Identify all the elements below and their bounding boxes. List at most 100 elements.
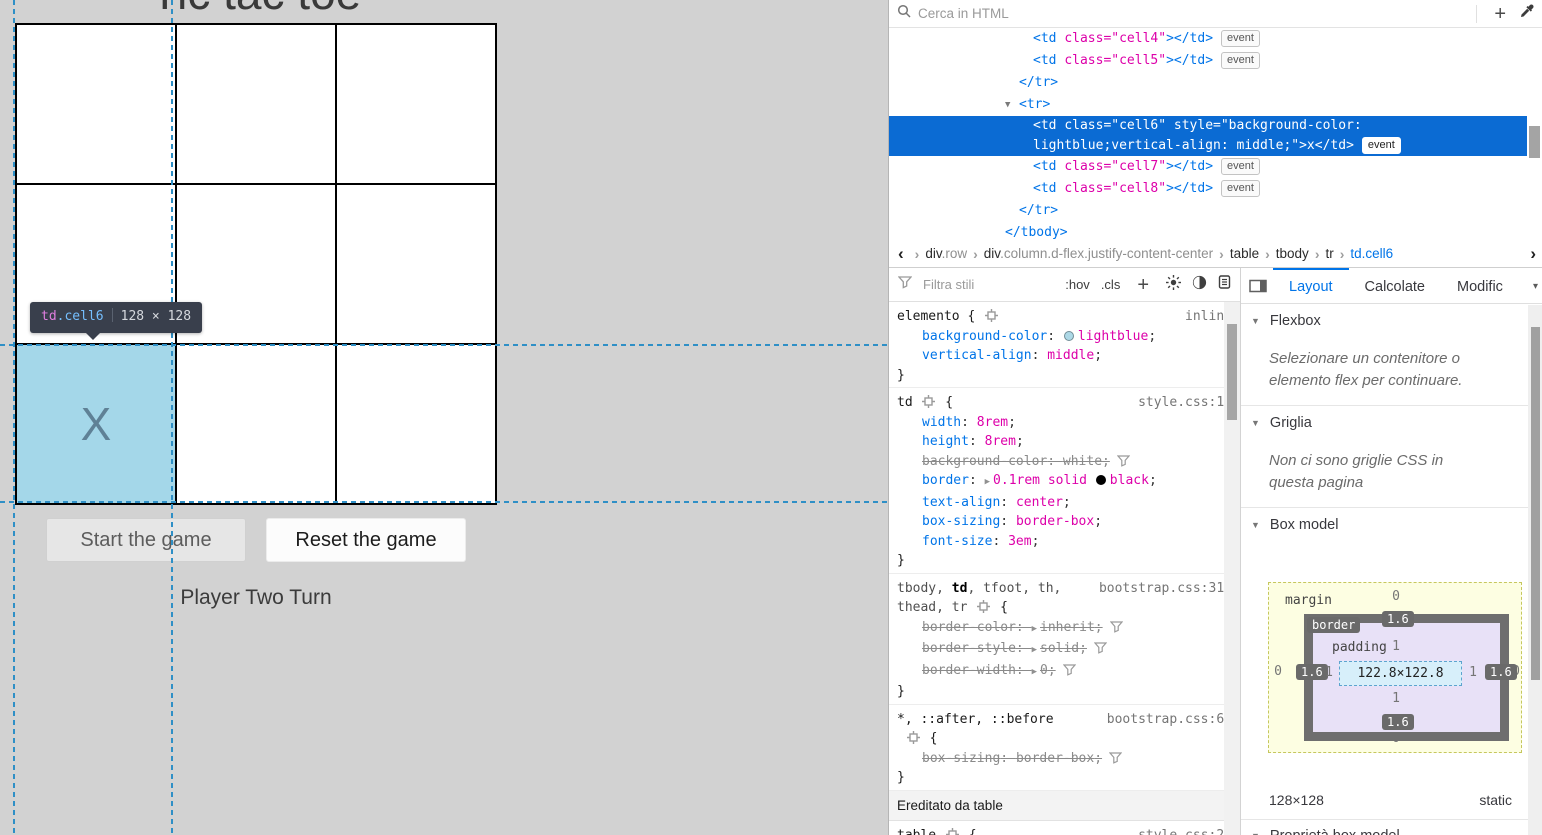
margin-top-value[interactable]: 0 [1381,589,1411,604]
rules-filter-bar: Filtra stili :hov .cls + [889,268,1240,302]
grid-section-header[interactable]: ▼ Griglia [1241,406,1542,439]
breadcrumb-separator-icon: › [973,246,978,262]
board-cell[interactable] [177,25,335,183]
content-size-value[interactable]: 122.8×122.8 [1339,661,1462,686]
rules-scrollbar-thumb[interactable] [1227,324,1237,420]
board-cell[interactable] [177,345,335,503]
tab-changes[interactable]: Modifiche [1441,268,1503,303]
class-toggle[interactable]: .cls [1101,277,1121,292]
sidebar-toggle-icon[interactable] [1249,279,1267,293]
start-game-button[interactable]: Start the game [46,518,246,562]
css-property[interactable]: width: 8rem; [897,413,1232,433]
print-simulation-icon[interactable] [1218,275,1231,294]
markup-line[interactable]: <td class="cell5"></td>event [889,50,1542,72]
inspector-search-bar: Cerca in HTML + [889,0,1542,28]
breadcrumb-scroll-right-icon[interactable]: › [1525,240,1541,267]
css-property[interactable]: box-sizing: border-box; [897,512,1232,532]
page-title: Tic tac toe [0,0,512,20]
border-right-value[interactable]: 1.6 [1485,664,1517,680]
event-badge[interactable]: event [1221,52,1260,69]
border-top-value[interactable]: 1.6 [1382,611,1414,627]
sidebar-scrollbar-thumb[interactable] [1531,327,1540,680]
board-cell[interactable]: X [17,345,175,503]
filter-styles-input[interactable]: Filtra stili [923,277,1054,292]
boxmodel-section-header[interactable]: ▼ Box model [1241,508,1542,541]
color-swatch[interactable] [1096,475,1106,485]
markup-line[interactable]: <td class="cell6" style="background-colo… [889,116,1527,136]
rule-source-link[interactable]: bootstrap.css:317 [1099,579,1232,599]
breadcrumb-scroll-left-icon[interactable]: ‹ [893,244,909,264]
tab-computed[interactable]: Calcolate [1349,268,1441,303]
breadcrumb-item[interactable]: div.column.d-flex.justify-content-center [984,246,1213,261]
padding-top-value[interactable]: 1 [1381,639,1411,654]
light-mode-icon[interactable] [1166,275,1181,295]
markup-line[interactable]: lightblue;vertical-align: middle;">x</td… [889,136,1527,156]
event-badge[interactable]: event [1221,158,1260,175]
breadcrumb-item[interactable]: tr [1325,246,1333,261]
chevron-down-icon: ▼ [1251,316,1260,326]
css-property[interactable]: border-color: ▶inherit; [897,618,1232,640]
event-badge[interactable]: event [1221,180,1260,197]
flexbox-section-header[interactable]: ▼ Flexbox [1241,304,1542,337]
rule-source-link[interactable]: style.css:20 [1138,826,1232,835]
css-property[interactable]: font-size: 3em; [897,532,1232,552]
rule-source-link[interactable]: style.css:10 [1138,393,1232,413]
boxmodel-section-title: Box model [1270,517,1339,533]
board-cell[interactable] [337,25,495,183]
markup-line[interactable]: </tr> [889,72,1542,94]
margin-left-value[interactable]: 0 [1263,664,1293,679]
tabs-overflow-icon[interactable]: ▾ [1533,281,1538,292]
border-bottom-value[interactable]: 1.6 [1382,714,1414,730]
markup-line[interactable]: ▼<tr> [889,94,1542,116]
layout-sidebar: Layout Calcolate Modifiche ▾ ▼ Flexbox S… [1241,268,1542,835]
css-property[interactable]: background-color: lightblue; [897,327,1232,347]
rule-source-link[interactable]: bootstrap.css:64 [1107,710,1232,730]
css-property[interactable]: vertical-align: middle; [897,346,1232,366]
element-size: 128×128 [1269,792,1324,808]
markup-line[interactable]: <td class="cell4"></td>event [889,28,1542,50]
markup-scrollbar-thumb[interactable] [1529,126,1540,158]
board: X [15,23,497,505]
css-property[interactable]: border-width: ▶0; [897,661,1232,683]
padding-right-value[interactable]: 1 [1458,665,1488,680]
breadcrumb-item[interactable]: tbody [1276,246,1309,261]
inspector-node-tooltip: td.cell6128 × 128 [30,302,202,333]
board-cell[interactable] [337,345,495,503]
color-swatch[interactable] [1064,331,1074,341]
breadcrumb-item[interactable]: div.row [925,246,967,261]
event-badge[interactable]: event [1221,30,1260,47]
css-property[interactable]: box-sizing: border-box; [897,749,1232,769]
add-rule-button[interactable]: + [1131,276,1155,294]
reset-game-button[interactable]: Reset the game [266,518,466,562]
breadcrumb-separator-icon: › [1219,246,1224,262]
selected-markup-node[interactable]: <td class="cell6" style="background-colo… [889,116,1527,156]
markup-line[interactable]: </tbody> [889,222,1542,240]
css-property[interactable]: border: ▶0.1rem solid black; [897,471,1232,493]
breadcrumb-item[interactable]: td.cell6 [1350,246,1393,261]
margin-label: margin [1285,593,1332,608]
css-property[interactable]: border-style: ▶solid; [897,639,1232,661]
event-badge[interactable]: event [1362,137,1401,154]
markup-line[interactable]: <td class="cell8"></td>event [889,178,1542,200]
markup-line[interactable]: </tr> [889,200,1542,222]
dark-mode-icon[interactable] [1192,275,1207,295]
breadcrumb-item[interactable]: table [1230,246,1259,261]
pseudo-class-toggle[interactable]: :hov [1065,277,1090,292]
tab-layout[interactable]: Layout [1273,268,1349,303]
markup-line[interactable]: <td class="cell7"></td>event [889,156,1542,178]
expand-arrow-icon[interactable]: ▼ [1005,94,1010,116]
eyedropper-icon[interactable] [1519,3,1535,24]
boxmodel-properties-header[interactable]: ▼ Proprietà box model [1241,819,1542,835]
board-cell[interactable] [337,185,495,343]
search-input[interactable]: Cerca in HTML [918,6,1465,21]
add-node-button[interactable]: + [1488,5,1512,23]
css-property[interactable]: text-align: center; [897,493,1232,513]
board-cell[interactable] [17,25,175,183]
padding-bottom-value[interactable]: 1 [1381,691,1411,706]
css-property[interactable]: height: 8rem; [897,432,1232,452]
element-position: static [1479,792,1512,808]
chevron-down-icon: ▼ [1251,520,1260,530]
css-property[interactable]: background-color: white; [897,452,1232,472]
tooltip-dimensions: 128 × 128 [121,309,191,324]
border-label: border [1307,617,1360,633]
